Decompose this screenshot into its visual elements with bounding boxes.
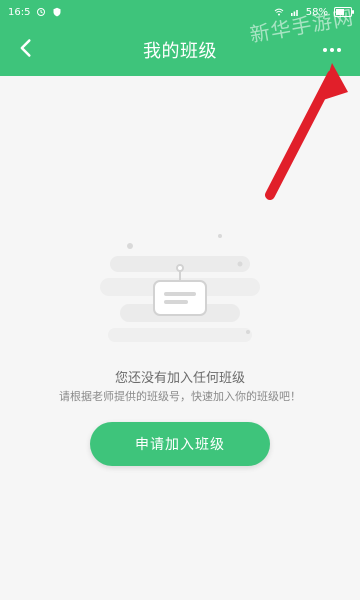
empty-subtitle: 请根据老师提供的班级号，快速加入你的班级吧！: [59, 390, 301, 403]
shield-icon: [52, 7, 62, 17]
status-time: 16:5: [8, 6, 31, 18]
join-class-button[interactable]: 申请加入班级: [90, 422, 270, 466]
back-button[interactable]: [14, 38, 38, 62]
status-left: 16:5: [8, 7, 62, 18]
empty-title: 您还没有加入任何班级: [114, 371, 245, 386]
alarm-icon: [36, 7, 46, 17]
content-area: 您还没有加入任何班级 请根据老师提供的班级号，快速加入你的班级吧！ 申请加入班级: [0, 76, 360, 600]
back-chevron-icon: [16, 38, 36, 62]
page-title: 我的班级: [143, 41, 217, 62]
empty-class-illustration: [90, 226, 270, 366]
